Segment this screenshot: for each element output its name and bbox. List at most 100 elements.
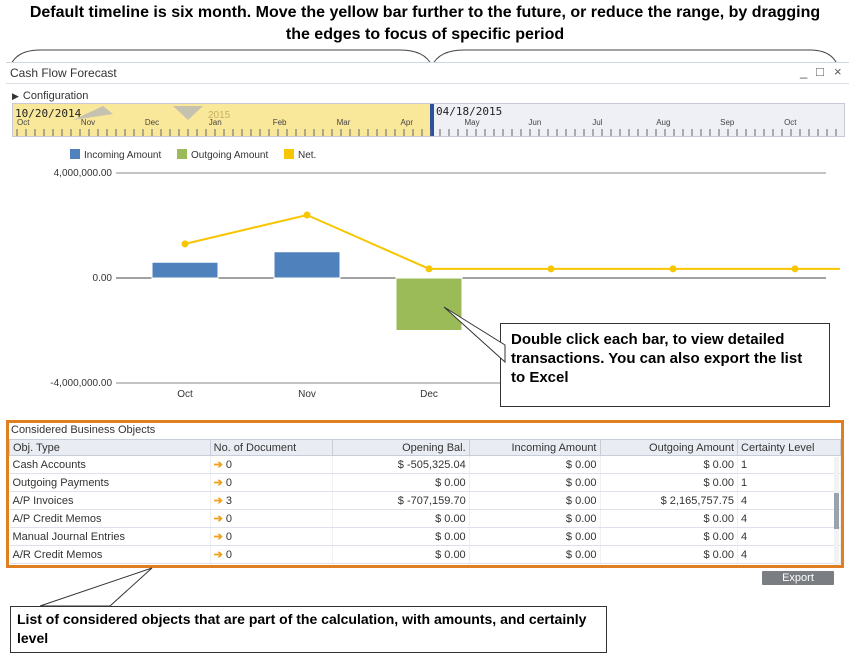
document-count: 0 [225,549,232,561]
drilldown-arrow-icon[interactable]: ➔ [214,513,223,525]
document-count: 0 [225,477,232,489]
net-point[interactable] [791,265,799,273]
net-point[interactable] [547,265,555,273]
scrollbar-thumb[interactable] [834,493,839,529]
legend-label: Net. [298,150,316,161]
document-count-cell[interactable]: ➔ 0 [210,455,333,474]
table-row[interactable]: A/R Credit Memos ➔ 0 $ 0.00 $ 0.00 $ 0.00 4 [9,545,841,564]
column-header[interactable]: Obj. Type [9,439,211,456]
bar-incoming-amount[interactable] [273,251,341,279]
timeline-month-label: Feb [272,118,287,127]
table-cell: $ 0.00 [469,473,601,492]
table-cell: 4 [737,509,841,528]
timeline-slider[interactable]: 10/20/2014 04/18/2015 2015 Oct Nov Dec Jan F… [12,103,845,137]
table-cell: $ 0.00 [469,545,601,564]
column-header[interactable]: Incoming Amount [468,439,601,456]
table-cell: $ 0.00 [600,509,739,528]
drilldown-arrow-icon[interactable]: ➔ [214,459,223,471]
table-row[interactable]: Manual Journal Entries ➔ 0 $ 0.00 $ 0.00 $ 0.… [9,527,841,546]
title-bar: Cash Flow Forecast _ □ × [6,63,849,84]
table-cell: $ 0.00 [600,545,739,564]
document-count-cell[interactable]: ➔ 0 [210,545,333,564]
table-row[interactable]: Outgoing Payments ➔ 0 $ 0.00 $ 0.00 $ 0.00 1 [9,473,841,492]
legend-swatch [70,149,80,159]
table-cell: 4 [737,491,841,510]
legend-swatch [284,149,294,159]
x-tick-label: Oct [177,389,193,400]
document-count-cell[interactable]: ➔ 0 [210,473,333,492]
column-header[interactable]: Outgoing Amount [599,439,739,456]
table-row[interactable]: A/P Credit Memos ➔ 0 $ 0.00 $ 0.00 $ 0.00 4 [9,509,841,528]
net-point[interactable] [425,265,433,273]
net-point[interactable] [181,240,189,248]
y-tick-label: -4,000,000.00 [50,378,112,389]
x-tick-label: Dec [420,389,438,400]
timeline-end-date: 04/18/2015 [436,105,503,118]
legend-item: Incoming Amount [70,149,161,161]
timeline-month-label: May [464,118,480,127]
document-count-cell[interactable]: ➔ 3 [210,491,333,510]
document-count-cell[interactable]: ➔ 0 [210,527,333,546]
close-button[interactable]: × [834,64,842,79]
table-cell: $ 0.00 [469,509,601,528]
table-cell: Cash Accounts [9,455,211,474]
table-scrollbar[interactable] [834,457,839,565]
chart-annotation: Double click each bar, to view detailed … [500,323,830,407]
table-cell: 1 [737,473,841,492]
maximize-button[interactable]: □ [816,64,824,79]
table-cell: $ 0.00 [600,527,739,546]
legend-item: Outgoing Amount [177,149,268,161]
timeline-month-label: Jul [592,118,603,127]
column-header[interactable]: Certainty Level [737,439,841,456]
table-cell: $ 0.00 [469,491,601,510]
table-cell: 4 [737,527,841,546]
table-cell: 1 [737,455,841,474]
document-count: 3 [225,495,232,507]
drilldown-arrow-icon[interactable]: ➔ [214,495,223,507]
drilldown-arrow-icon[interactable]: ➔ [214,477,223,489]
table-cell: 4 [737,545,841,564]
bar-incoming-amount[interactable] [151,261,219,279]
expand-triangle-icon: ▶ [12,91,19,101]
document-count: 0 [225,513,232,525]
table-cell: $ 2,165,757.75 [600,491,739,510]
net-point[interactable] [669,265,677,273]
timeline-month-label: Jun [528,118,542,127]
table-cell: $ 0.00 [332,545,470,564]
export-button[interactable]: Export [762,571,834,585]
timeline-month-label: Apr [400,118,413,127]
table-cell: $ 0.00 [469,455,601,474]
window-title: Cash Flow Forecast [10,66,117,80]
objects-table: Obj. Type No. of Document Opening Bal. Inco… [9,439,841,564]
timeline-month-label: Oct [784,118,797,127]
considered-objects-panel: Considered Business Objects Obj. Type No.… [6,420,844,568]
timeline-month-label: Mar [336,118,351,127]
top-annotation: Default timeline is six month. Move the … [29,4,821,43]
table-row[interactable]: Cash Accounts ➔ 0 $ -505,325.04 $ 0.00 $ 0.00… [9,455,841,474]
table-cell: A/P Credit Memos [9,509,211,528]
y-tick-label: 4,000,000.00 [54,168,113,179]
table-cell: $ 0.00 [332,473,470,492]
configuration-label: Configuration [22,90,89,102]
table-row[interactable]: A/P Invoices ➔ 3 $ -707,159.70 $ 0.00 $ 2,165… [9,491,841,510]
table-cell: $ 0.00 [600,473,739,492]
drilldown-arrow-icon[interactable]: ➔ [214,549,223,561]
table-cell: $ 0.00 [332,527,470,546]
document-count-cell[interactable]: ➔ 0 [210,509,333,528]
timeline-month-label: Sep [720,118,735,127]
table-cell: A/R Credit Memos [9,545,211,564]
column-header[interactable]: No. of Document [209,439,333,456]
objects-title: Considered Business Objects [11,424,156,436]
configuration-toggle[interactable]: ▶ Configuration [12,90,88,102]
table-cell: Manual Journal Entries [9,527,211,546]
table-cell: $ 0.00 [332,509,470,528]
column-header[interactable]: Opening Bal. [331,439,470,456]
bar-outgoing-amount[interactable] [395,277,463,331]
drilldown-arrow-icon[interactable]: ➔ [214,531,223,543]
timeline-month-label: Aug [656,118,671,127]
net-point[interactable] [303,211,311,219]
table-cell: A/P Invoices [9,491,211,510]
timeline-month-label: Oct [17,118,30,127]
legend-label: Incoming Amount [84,150,161,161]
minimize-button[interactable]: _ [800,64,807,79]
